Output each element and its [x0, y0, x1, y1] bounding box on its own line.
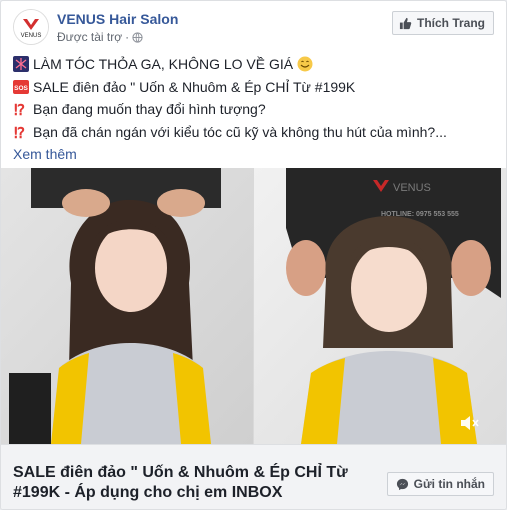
fireworks-icon	[13, 56, 29, 73]
watermark-brand: VENUS	[393, 182, 431, 194]
messenger-icon	[396, 478, 408, 490]
post-line-1: LÀM TÓC THỎA GA, KHÔNG LO VỀ GIÁ	[13, 53, 494, 76]
sponsored-label[interactable]: Được tài trợ	[57, 30, 122, 44]
right-face	[351, 244, 427, 332]
post-line-3: ⁉ Bạn đang muốn thay đổi hình tượng?	[13, 98, 494, 121]
exclamation-question-icon: ⁉	[14, 102, 25, 117]
separator-dot: ·	[125, 30, 130, 44]
send-message-button[interactable]: Gửi tin nhắn	[386, 472, 494, 496]
svg-text:⁉: ⁉	[14, 102, 25, 117]
mute-speaker-icon[interactable]	[458, 413, 480, 433]
post-line-2-text: SALE điên đảo " Uốn & Nhuôm & Ép CHỈ Từ …	[33, 78, 356, 95]
left-face	[95, 224, 167, 312]
like-page-button[interactable]: Thích Trang	[391, 11, 494, 35]
watermark-hotline: HOTLINE: 0975 553 555	[381, 211, 459, 218]
post-line-1-text: LÀM TÓC THỎA GA, KHÔNG LO VỀ GIÁ	[33, 56, 294, 72]
video-frame-illustration: VENUS HOTLINE: 0975 553 555	[1, 168, 506, 444]
sponsored-post-card: VENUS VENUS Hair Salon Được tài trợ · Th…	[0, 0, 507, 510]
link-title[interactable]: SALE điên đảo " Uốn & Nhuôm & Ép CHỈ Từ …	[13, 463, 353, 503]
video-media[interactable]: VENUS HOTLINE: 0975 553 555	[1, 168, 506, 444]
sos-badge-text: SOS	[14, 85, 28, 92]
avatar-label: VENUS	[21, 33, 42, 39]
send-message-label: Gửi tin nhắn	[413, 477, 485, 491]
post-line-4: ⁉ Bạn đã chán ngán với kiểu tóc cũ kỹ và…	[13, 121, 494, 144]
see-more-link[interactable]: Xem thêm	[13, 143, 77, 166]
like-button-label: Thích Trang	[416, 16, 485, 30]
exclamation-question-icon: ⁉	[14, 125, 25, 140]
post-line-2: SOS SALE điên đảo " Uốn & Nhuôm & Ép CHỈ…	[13, 76, 494, 99]
sos-icon: SOS	[13, 79, 29, 94]
post-header: VENUS VENUS Hair Salon Được tài trợ · Th…	[13, 9, 494, 45]
thumbs-up-icon	[399, 17, 412, 29]
post-line-4-text: Bạn đã chán ngán với kiểu tóc cũ kỹ và k…	[33, 123, 447, 140]
globe-icon[interactable]	[132, 31, 143, 43]
link-preview-bar[interactable]: SALE điên đảo " Uốn & Nhuôm & Ép CHỈ Từ …	[1, 444, 506, 509]
post-text: LÀM TÓC THỎA GA, KHÔNG LO VỀ GIÁ SOS SAL…	[13, 53, 494, 166]
page-avatar[interactable]: VENUS	[13, 9, 49, 45]
smile-emoji-icon	[297, 56, 313, 72]
svg-text:⁉: ⁉	[14, 125, 25, 140]
sponsored-row: Được tài trợ ·	[57, 30, 143, 44]
page-name-link[interactable]: VENUS Hair Salon	[57, 11, 178, 27]
post-line-3-text: Bạn đang muốn thay đổi hình tượng?	[33, 101, 266, 117]
